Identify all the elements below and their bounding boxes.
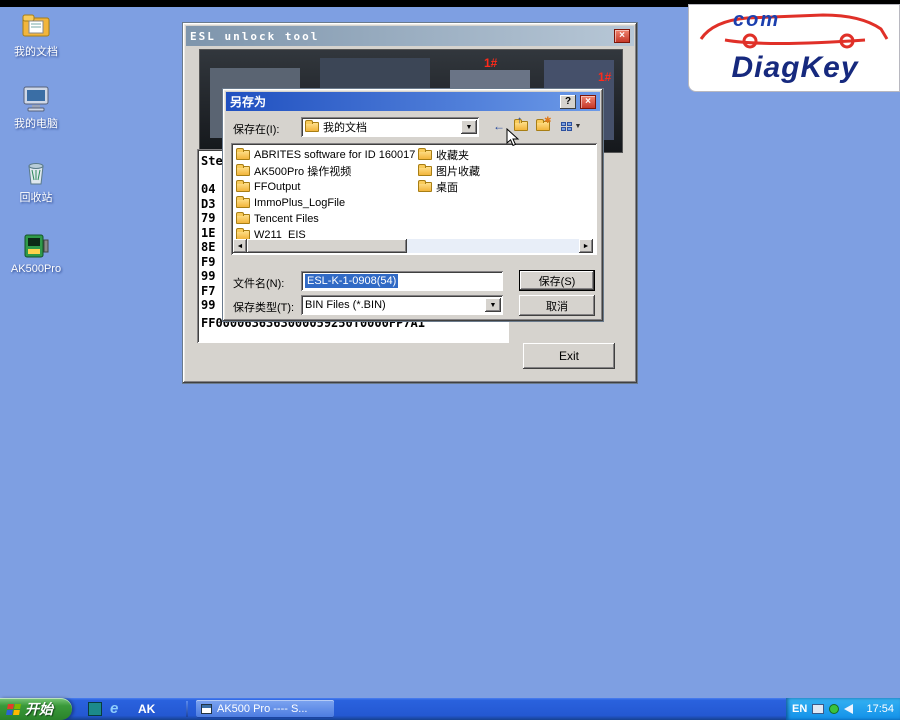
save-dialog-titlebar[interactable]: 另存为 ? × [226,92,600,111]
folder-name: 桌面 [436,182,458,194]
save-in-combobox[interactable]: 我的文档 ▼ [301,117,479,137]
my-computer-icon [23,86,49,112]
logo-com-text: com [733,9,781,31]
desktop-icon-ak500pro[interactable]: AK500Pro [4,232,68,275]
filetype-value: BIN Files (*.BIN) [305,299,386,311]
folder-item[interactable]: 图片收藏 [415,163,585,179]
desktop-icon-label: AK500Pro [10,263,62,275]
save-as-dialog: 另存为 ? × 保存在(I): 我的文档 ▼ ← ↑ ✱ ▼ ABRITES s… [222,88,604,322]
start-button[interactable]: 开始 [0,698,72,720]
desktop-icon-label: 回收站 [19,192,53,204]
esl-close-button[interactable]: × [614,29,630,43]
ie-icon[interactable]: e [110,700,118,717]
esl-window-titlebar[interactable]: ESL unlock tool × [186,26,634,46]
back-icon: ← [493,119,505,133]
desktop-icon-my-computer[interactable]: 我的电脑 [4,84,68,131]
save-button[interactable]: 保存(S) [519,270,595,291]
scroll-left-button[interactable]: ◄ [233,239,247,253]
task-button-ak500pro[interactable]: AK500 Pro ---- S... [196,700,334,718]
tray-language-indicator[interactable]: EN [792,703,807,715]
create-new-folder-button[interactable]: ✱ [533,115,553,135]
start-button-label: 开始 [25,701,53,717]
folder-icon [236,180,250,192]
folder-name: 收藏夹 [436,150,469,162]
folder-icon [236,196,250,208]
ak500pro-icon [24,234,49,258]
folder-icon [236,164,250,176]
mouse-cursor [506,128,520,147]
folder-item[interactable]: 收藏夹 [415,147,585,163]
folder-item[interactable]: ImmoPlus_LogFile [233,195,413,211]
folder-icon [236,148,250,160]
esl-window-title: ESL unlock tool [190,29,320,43]
task-window-icon [201,704,212,714]
folder-item[interactable]: ABRITES software for ID 160017 [233,147,416,163]
desktop-icon-recycle-bin[interactable]: 回收站 [4,158,68,205]
save-button-label: 保存(S) [538,275,576,288]
desktop-icon-label: 我的文档 [14,46,58,58]
desktop-icon-label: 我的电脑 [14,118,58,130]
views-icon [560,121,572,131]
dialog-close-button[interactable]: × [580,94,596,109]
folder-item[interactable]: AK500Pro 操作视频 [233,163,413,179]
scroll-right-button[interactable]: ► [579,239,593,253]
folder-name: FFOutput [254,181,301,193]
save-in-label: 保存在(I): [233,124,280,136]
quicklaunch-app-icon[interactable] [88,702,102,716]
task-button-label: AK500 Pro ---- S... [217,703,308,715]
folder-list[interactable]: ABRITES software for ID 160017 AK500Pro … [231,143,597,255]
save-dialog-title: 另存为 [230,95,267,109]
tray-status-icon[interactable] [829,704,840,714]
folder-name: AK500Pro 操作视频 [254,166,352,178]
tray-keyboard-icon[interactable] [812,704,825,714]
car-outline-icon [699,13,889,49]
up-arrow-glyph: ↑ [517,115,522,126]
folder-name: 图片收藏 [436,166,480,178]
exit-button-label: Exit [558,349,579,363]
view-menu-button[interactable]: ▼ [555,117,587,135]
filename-selected-text: ESL-K-1-0908(54) [305,274,399,288]
filetype-label: 保存类型(T): [233,302,295,314]
horizontal-scrollbar[interactable]: ◄ ► [233,239,593,253]
photo-label: 1# [598,70,612,84]
windows-flag-icon [6,703,21,715]
folder-item[interactable]: Tencent Files [233,211,413,227]
save-in-value: 我的文档 [323,122,367,134]
recycle-bin-icon [28,163,44,185]
taskbar-divider [186,701,188,717]
filename-label: 文件名(N): [233,278,285,290]
logo-brand-text: DiagKey [731,51,859,84]
folder-name: Tencent Files [254,213,319,225]
desktop-icon-my-documents[interactable]: 我的文档 [4,12,68,59]
exit-button[interactable]: Exit [523,343,615,369]
folder-name: ABRITES software for ID 160017 [254,149,416,161]
system-tray: EN 17:54 [786,698,900,720]
filetype-dropdown-button[interactable]: ▼ [485,298,501,312]
new-folder-sparkle: ✱ [544,115,552,125]
save-in-dropdown-button[interactable]: ▼ [461,120,477,134]
folder-icon [418,180,432,192]
scrollbar-thumb[interactable] [247,239,407,253]
help-button[interactable]: ? [560,94,576,109]
diagkey-logo: com DiagKey [688,4,900,92]
folder-icon [418,148,432,160]
filename-input[interactable]: ESL-K-1-0908(54) [301,271,503,291]
tray-clock[interactable]: 17:54 [866,703,894,715]
folder-item[interactable]: FFOutput [233,179,413,195]
tray-volume-icon[interactable] [844,704,854,714]
views-dropdown-arrow: ▼ [574,122,582,130]
filetype-combobox[interactable]: BIN Files (*.BIN) ▼ [301,295,503,315]
folder-item[interactable]: 桌面 [415,179,585,195]
folder-icon [236,212,250,224]
cancel-button-label: 取消 [546,300,568,313]
folder-icon [418,164,432,176]
folder-icon [305,120,319,132]
my-documents-icon [22,14,50,37]
taskbar: 开始 e AK AK500 Pro ---- S... EN 17:54 [0,698,900,720]
photo-label: 1# [484,56,498,70]
folder-name: ImmoPlus_LogFile [254,197,346,209]
cancel-button[interactable]: 取消 [519,295,595,316]
quicklaunch-ak-label[interactable]: AK [138,702,155,716]
